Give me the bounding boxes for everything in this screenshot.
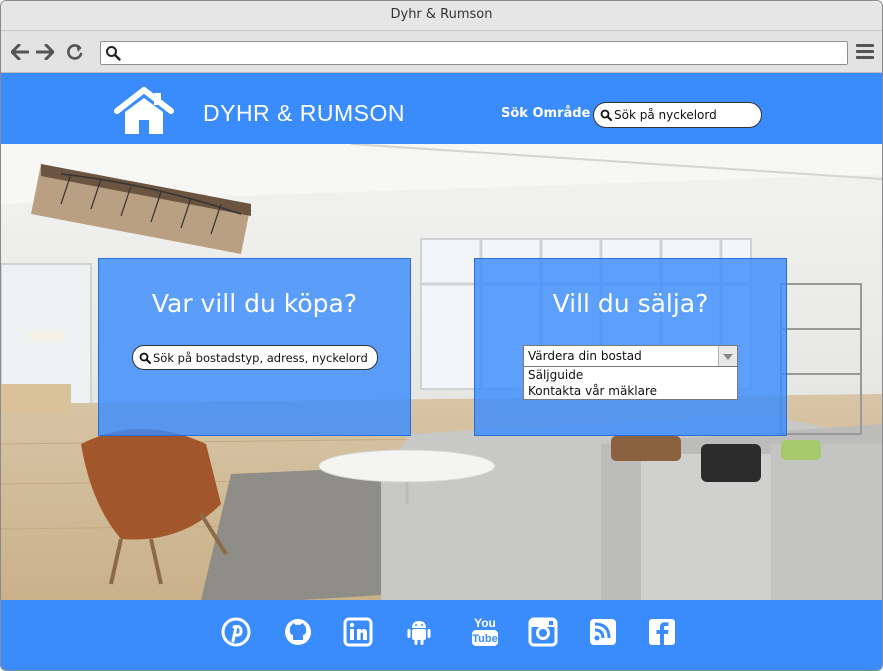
search-icon (600, 109, 612, 121)
search-icon (106, 46, 121, 61)
search-area-label: Sök Område (501, 106, 591, 121)
pinterest-icon[interactable] (221, 617, 251, 647)
buy-title: Var vill du köpa? (151, 289, 358, 318)
browser-toolbar (1, 31, 882, 73)
android-icon[interactable] (404, 617, 434, 647)
reload-icon[interactable] (65, 43, 85, 61)
hero-section: Var vill du köpa? Vill du sälja? Värdera… (1, 144, 882, 600)
header-search-field[interactable] (593, 102, 762, 128)
address-bar[interactable] (100, 41, 848, 65)
buy-search-field[interactable] (132, 345, 378, 370)
brand-name[interactable]: DYHR & RUMSON (203, 100, 405, 127)
site-footer: You Tube (1, 600, 882, 670)
instagram-icon[interactable] (528, 617, 558, 647)
browser-window: Dyhr & Rumson DYHR & RUMSON Sök Område S… (0, 0, 883, 671)
window-title: Dyhr & Rumson (1, 1, 882, 31)
youtube-icon[interactable]: You Tube (470, 615, 500, 647)
hamburger-menu-icon[interactable] (856, 44, 874, 60)
sell-dropdown-list: Säljguide Kontakta vår mäklare (523, 367, 738, 400)
buy-search-input[interactable] (153, 348, 375, 367)
sell-panel: Vill du sälja? Värdera din bostad Säljgu… (474, 258, 787, 436)
site-header: DYHR & RUMSON Sök Område (1, 73, 882, 144)
arrow-left-icon[interactable] (10, 43, 30, 61)
linkedin-icon[interactable] (343, 617, 373, 647)
svg-text:Tube: Tube (472, 633, 497, 645)
sell-select-value: Värdera din bostad (528, 349, 642, 363)
dropdown-option-kontakta[interactable]: Kontakta vår mäklare (524, 383, 737, 399)
home-icon[interactable] (114, 86, 174, 139)
buy-panel: Var vill du köpa? (98, 258, 411, 436)
svg-text:You: You (474, 616, 496, 630)
arrow-right-icon[interactable] (35, 43, 55, 61)
chevron-down-icon[interactable] (718, 346, 737, 366)
search-icon (139, 352, 151, 364)
sell-title: Vill du sälja? (552, 289, 709, 318)
header-search-input[interactable] (614, 105, 754, 125)
facebook-icon[interactable] (647, 617, 677, 647)
dropdown-option-saljguide[interactable]: Säljguide (524, 367, 737, 383)
sell-select[interactable]: Värdera din bostad (523, 345, 738, 367)
rss-icon[interactable] (588, 617, 618, 647)
github-icon[interactable] (283, 617, 313, 647)
